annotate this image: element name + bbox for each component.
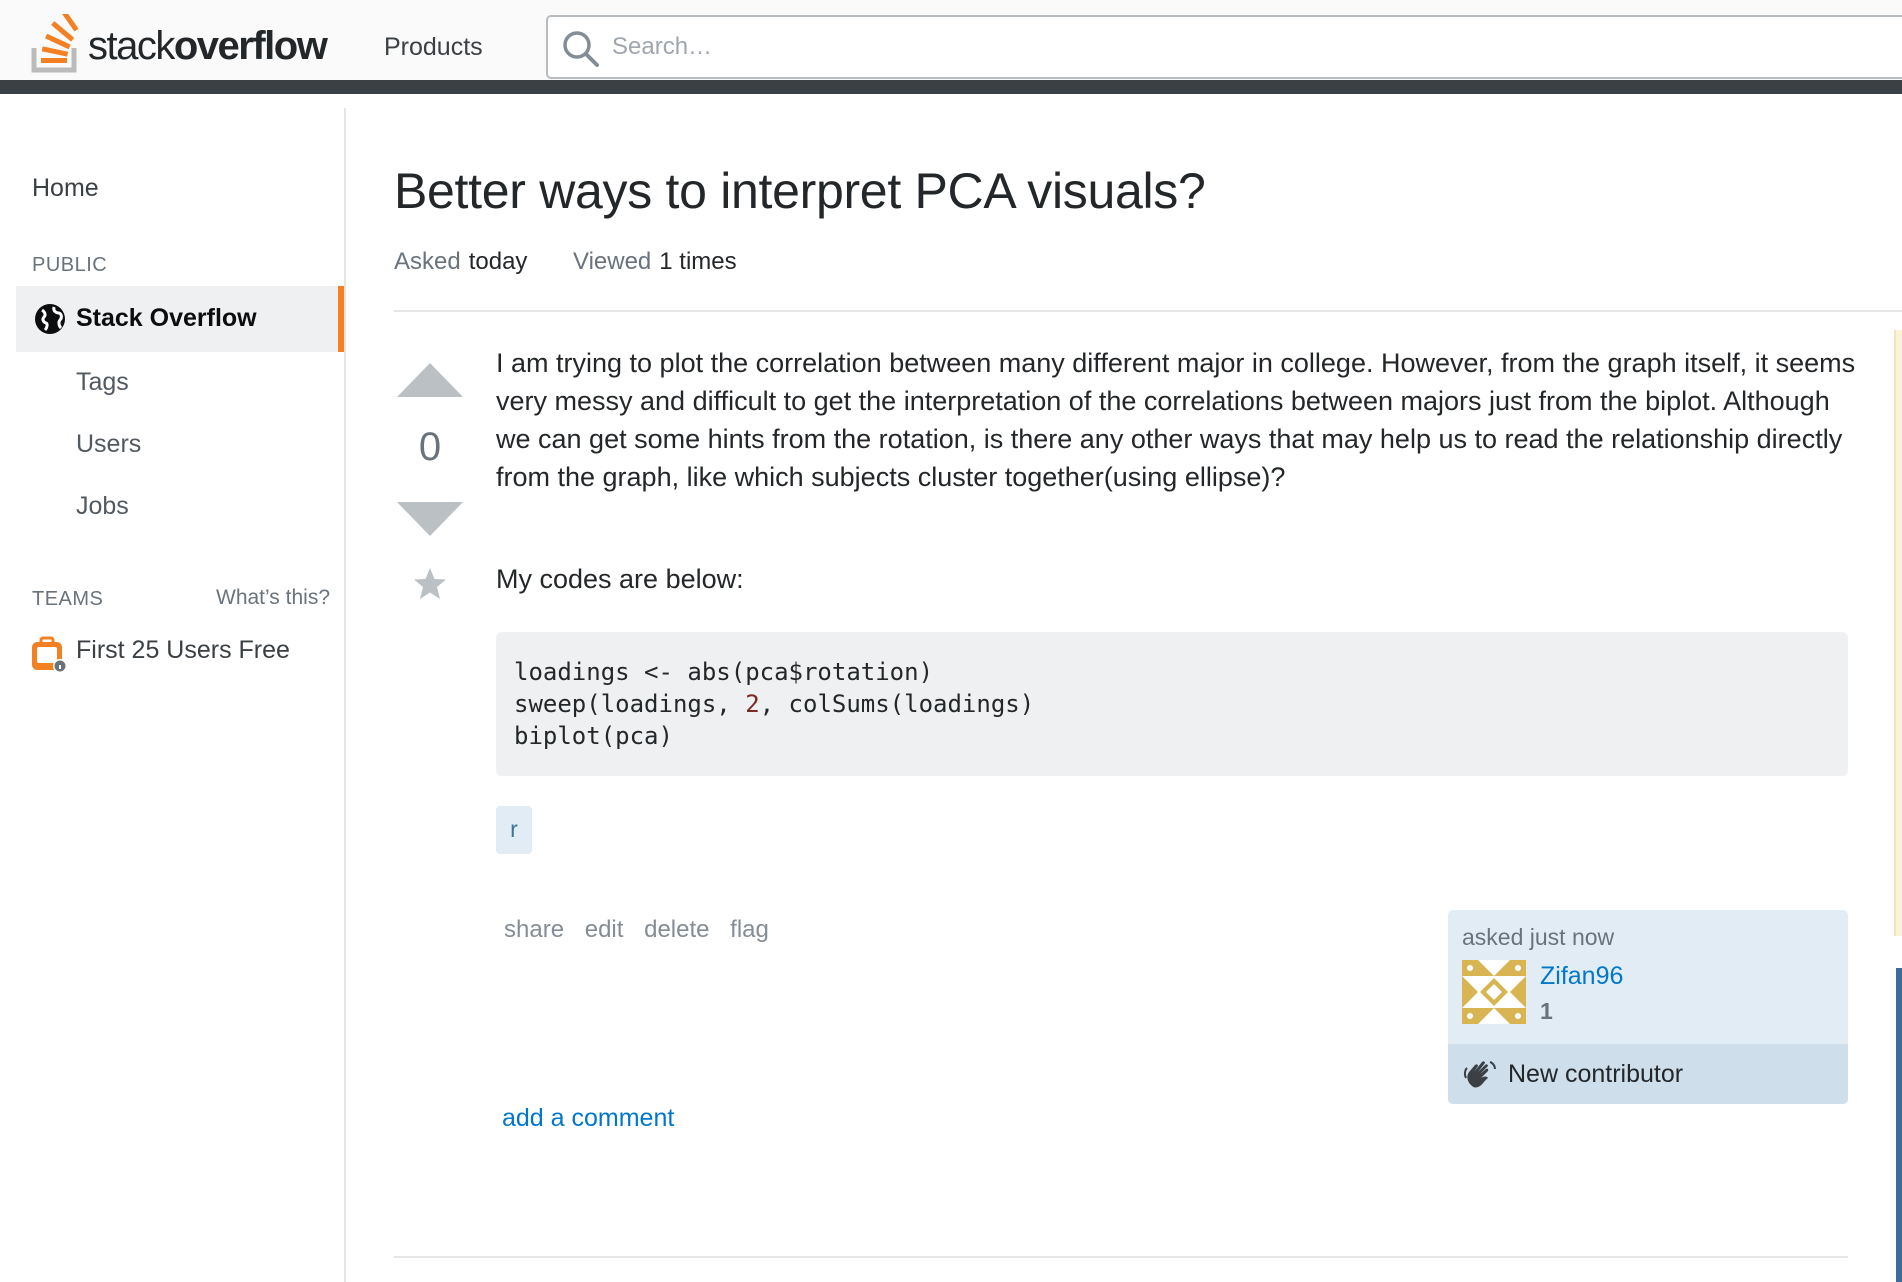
- right-sidebar-edge-blue: [1896, 968, 1902, 1282]
- code-block: loadings <- abs(pca$rotation) sweep(loadi…: [496, 632, 1848, 776]
- flag-link[interactable]: flag: [730, 916, 769, 943]
- nav-item-jobs[interactable]: Jobs: [76, 492, 129, 521]
- teams-promo-item[interactable]: First 25 Users Free: [30, 632, 330, 673]
- upvote-arrow-icon[interactable]: [397, 363, 463, 399]
- nav-heading-public: PUBLIC: [32, 254, 108, 276]
- nav-heading-teams: TEAMS: [32, 588, 104, 610]
- right-sidebar-edge: [1894, 330, 1902, 936]
- new-contributor-label: New contributor: [1508, 1060, 1684, 1088]
- viewed-value: 1 times: [659, 248, 737, 275]
- whats-this-link[interactable]: What’s this?: [216, 586, 330, 610]
- post-actions: share edit delete flag: [504, 916, 783, 944]
- asked-value: today: [468, 248, 528, 275]
- teams-promo-label: First 25 Users Free: [76, 636, 290, 664]
- new-contributor-banner[interactable]: New contributor: [1448, 1044, 1848, 1104]
- share-link[interactable]: share: [504, 916, 564, 943]
- logo-wordmark: stackoverflow: [88, 24, 328, 68]
- search-input[interactable]: [612, 27, 1512, 67]
- nav-item-stack-overflow[interactable]: Stack Overflow: [16, 286, 344, 352]
- question-title[interactable]: Better ways to interpret PCA visuals?: [394, 162, 1206, 220]
- question-body-paragraph: I am trying to plot the correlation betw…: [496, 348, 1856, 492]
- waving-hand-icon: [1463, 1061, 1496, 1088]
- user-avatar[interactable]: [1462, 960, 1526, 1024]
- asked-meta: Asked today: [394, 248, 527, 276]
- nav-item-label: Stack Overflow: [76, 304, 257, 332]
- downvote-arrow-icon[interactable]: [397, 500, 463, 536]
- user-reputation: 1: [1540, 998, 1553, 1024]
- delete-link[interactable]: delete: [644, 916, 709, 943]
- edit-link[interactable]: edit: [585, 916, 624, 943]
- search-box[interactable]: [546, 15, 1902, 79]
- left-sidebar: Home PUBLIC Stack Overflow Tags Users Jo…: [0, 108, 346, 1282]
- briefcase-icon: [32, 636, 67, 673]
- user-name-link[interactable]: Zifan96: [1540, 962, 1623, 991]
- stack-logo-icon: [31, 14, 79, 73]
- code-line: biplot(pca): [514, 722, 673, 750]
- asked-key: Asked: [394, 248, 461, 275]
- favorite-star-icon[interactable]: [410, 564, 450, 604]
- tag-r[interactable]: r: [496, 806, 532, 854]
- stackoverflow-logo[interactable]: stackoverflow: [30, 14, 340, 74]
- question-body-paragraph-2: My codes are below:: [496, 564, 744, 594]
- nav-item-tags[interactable]: Tags: [76, 368, 129, 397]
- products-menu[interactable]: Products: [384, 33, 483, 62]
- add-comment-link[interactable]: add a comment: [502, 1104, 674, 1133]
- vote-count: 0: [418, 425, 442, 469]
- viewed-meta: Viewed 1 times: [573, 248, 737, 276]
- post-bottom-divider: [394, 1256, 1848, 1258]
- search-icon: [563, 31, 599, 67]
- globe-icon: [35, 304, 65, 334]
- title-divider: [394, 310, 1902, 312]
- nav-home[interactable]: Home: [32, 174, 99, 203]
- code-number: 2: [745, 690, 760, 718]
- owner-card: asked just now Zifan96 1 New contributor: [1448, 910, 1848, 1104]
- code-line: loadings <- abs(pca$rotation): [514, 658, 934, 686]
- viewed-key: Viewed: [573, 248, 652, 275]
- asked-time: asked just now: [1462, 924, 1615, 950]
- top-bar: stackoverflow Products: [0, 0, 1902, 94]
- nav-item-users[interactable]: Users: [76, 430, 141, 459]
- code-line: sweep(loadings, 2, colSums(loadings): [514, 690, 1035, 718]
